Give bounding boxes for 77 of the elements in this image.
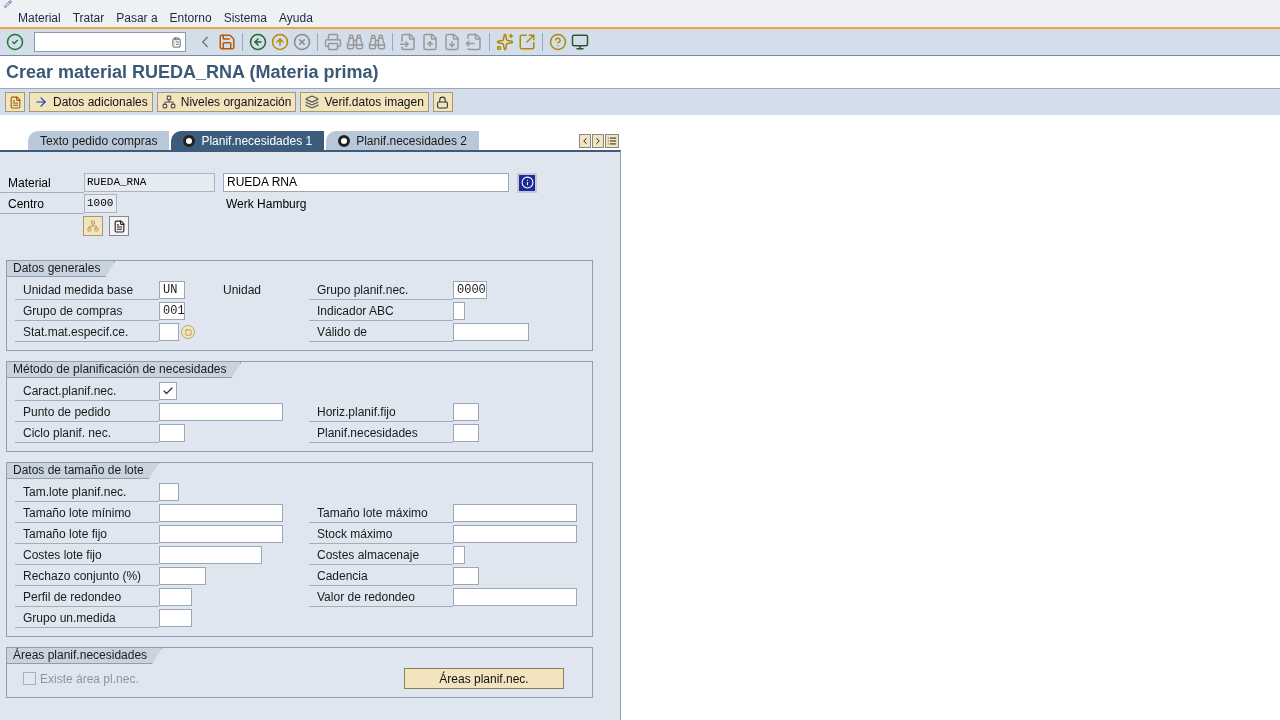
print-icon[interactable] — [324, 33, 342, 51]
menu-item[interactable]: Material — [18, 8, 61, 27]
checkbox-label: Existe área pl.nec. — [40, 670, 139, 688]
back-icon[interactable] — [249, 33, 267, 51]
menu-item[interactable]: Pasar a — [116, 8, 158, 27]
input-field[interactable] — [159, 567, 206, 585]
toolbar-button[interactable]: Datos adicionales — [29, 92, 153, 112]
menu-item[interactable]: Tratar — [72, 8, 105, 27]
menu-item[interactable]: Sistema — [223, 8, 267, 27]
edit-icon — [4, 0, 12, 8]
input-field[interactable] — [159, 588, 192, 606]
input-field[interactable]: UN — [159, 281, 185, 299]
tab-list-button[interactable] — [605, 134, 619, 148]
group-title: Áreas planif.necesidades — [7, 648, 163, 664]
menu-item[interactable]: Ayuda — [279, 8, 313, 27]
enter-icon[interactable] — [6, 33, 24, 51]
areas-button[interactable]: Áreas planif.nec. — [404, 668, 564, 689]
input-field[interactable] — [453, 525, 577, 543]
input-field[interactable]: RUEDA RNA — [223, 173, 509, 192]
document-button[interactable] — [109, 216, 129, 236]
input-field[interactable] — [159, 323, 179, 341]
lock-button[interactable] — [432, 92, 453, 112]
toolbar-button[interactable]: Verif.datos imagen — [300, 92, 429, 112]
list-icon — [607, 136, 617, 146]
input-field[interactable] — [159, 403, 283, 421]
group-title: Datos generales — [7, 261, 116, 277]
tab[interactable]: Planif.necesidades 1 — [171, 131, 325, 150]
shortcut-icon[interactable] — [518, 33, 536, 51]
toolbar-button[interactable]: Niveles organización — [156, 92, 297, 112]
input-field[interactable] — [159, 483, 179, 501]
hierarchy-icon — [87, 220, 99, 232]
unit-text: Unidad — [223, 282, 262, 299]
document-icon — [8, 95, 22, 109]
input-field[interactable] — [159, 546, 262, 564]
input-field[interactable]: 001 — [159, 302, 185, 320]
cancel-icon[interactable] — [293, 33, 311, 51]
input-field[interactable] — [453, 504, 577, 522]
plant-name: Werk Hamburg — [226, 195, 307, 213]
save-icon[interactable] — [218, 33, 236, 51]
status-icon — [183, 134, 196, 147]
hierarchy-icon — [161, 95, 176, 109]
display-change-button[interactable] — [5, 92, 25, 112]
search-icon[interactable] — [346, 33, 364, 51]
status-icon — [338, 134, 351, 147]
checkbox[interactable] — [159, 382, 177, 400]
value-help-icon[interactable] — [181, 325, 195, 339]
input-field[interactable] — [453, 588, 577, 606]
screen-title: Crear material RUEDA_RNA (Materia prima) — [6, 60, 379, 84]
input-field[interactable] — [159, 424, 185, 442]
command-field[interactable] — [34, 32, 186, 52]
info-button[interactable] — [517, 172, 537, 193]
input-field[interactable] — [453, 424, 479, 442]
scroll-right-button[interactable] — [592, 134, 604, 148]
input-field[interactable] — [453, 403, 479, 421]
document-icon — [112, 219, 126, 233]
tab[interactable]: Texto pedido compras — [28, 131, 170, 150]
input-field[interactable] — [159, 609, 192, 627]
input-field: 1000 — [84, 194, 117, 213]
group-title: Datos de tamaño de lote — [7, 463, 159, 479]
tool-button[interactable] — [83, 216, 103, 236]
input-field[interactable] — [453, 546, 465, 564]
arrow-icon — [34, 95, 48, 109]
input-field: RUEDA_RNA — [84, 173, 215, 192]
scroll-left-button[interactable] — [579, 134, 591, 148]
lock-icon — [436, 95, 450, 109]
group-title: Método de planificación de necesidades — [7, 362, 242, 378]
search-next-icon[interactable] — [368, 33, 386, 51]
clipboard-icon — [171, 36, 182, 48]
info-icon — [520, 176, 534, 189]
input-field[interactable] — [159, 525, 283, 543]
input-field[interactable] — [453, 567, 479, 585]
input-field[interactable] — [453, 323, 529, 341]
input-field[interactable] — [159, 504, 283, 522]
input-field[interactable]: 0000 — [453, 281, 487, 299]
menu-item[interactable]: Entorno — [169, 8, 212, 27]
input-field[interactable] — [453, 302, 465, 320]
tab[interactable]: Planif.necesidades 2 — [326, 131, 479, 150]
